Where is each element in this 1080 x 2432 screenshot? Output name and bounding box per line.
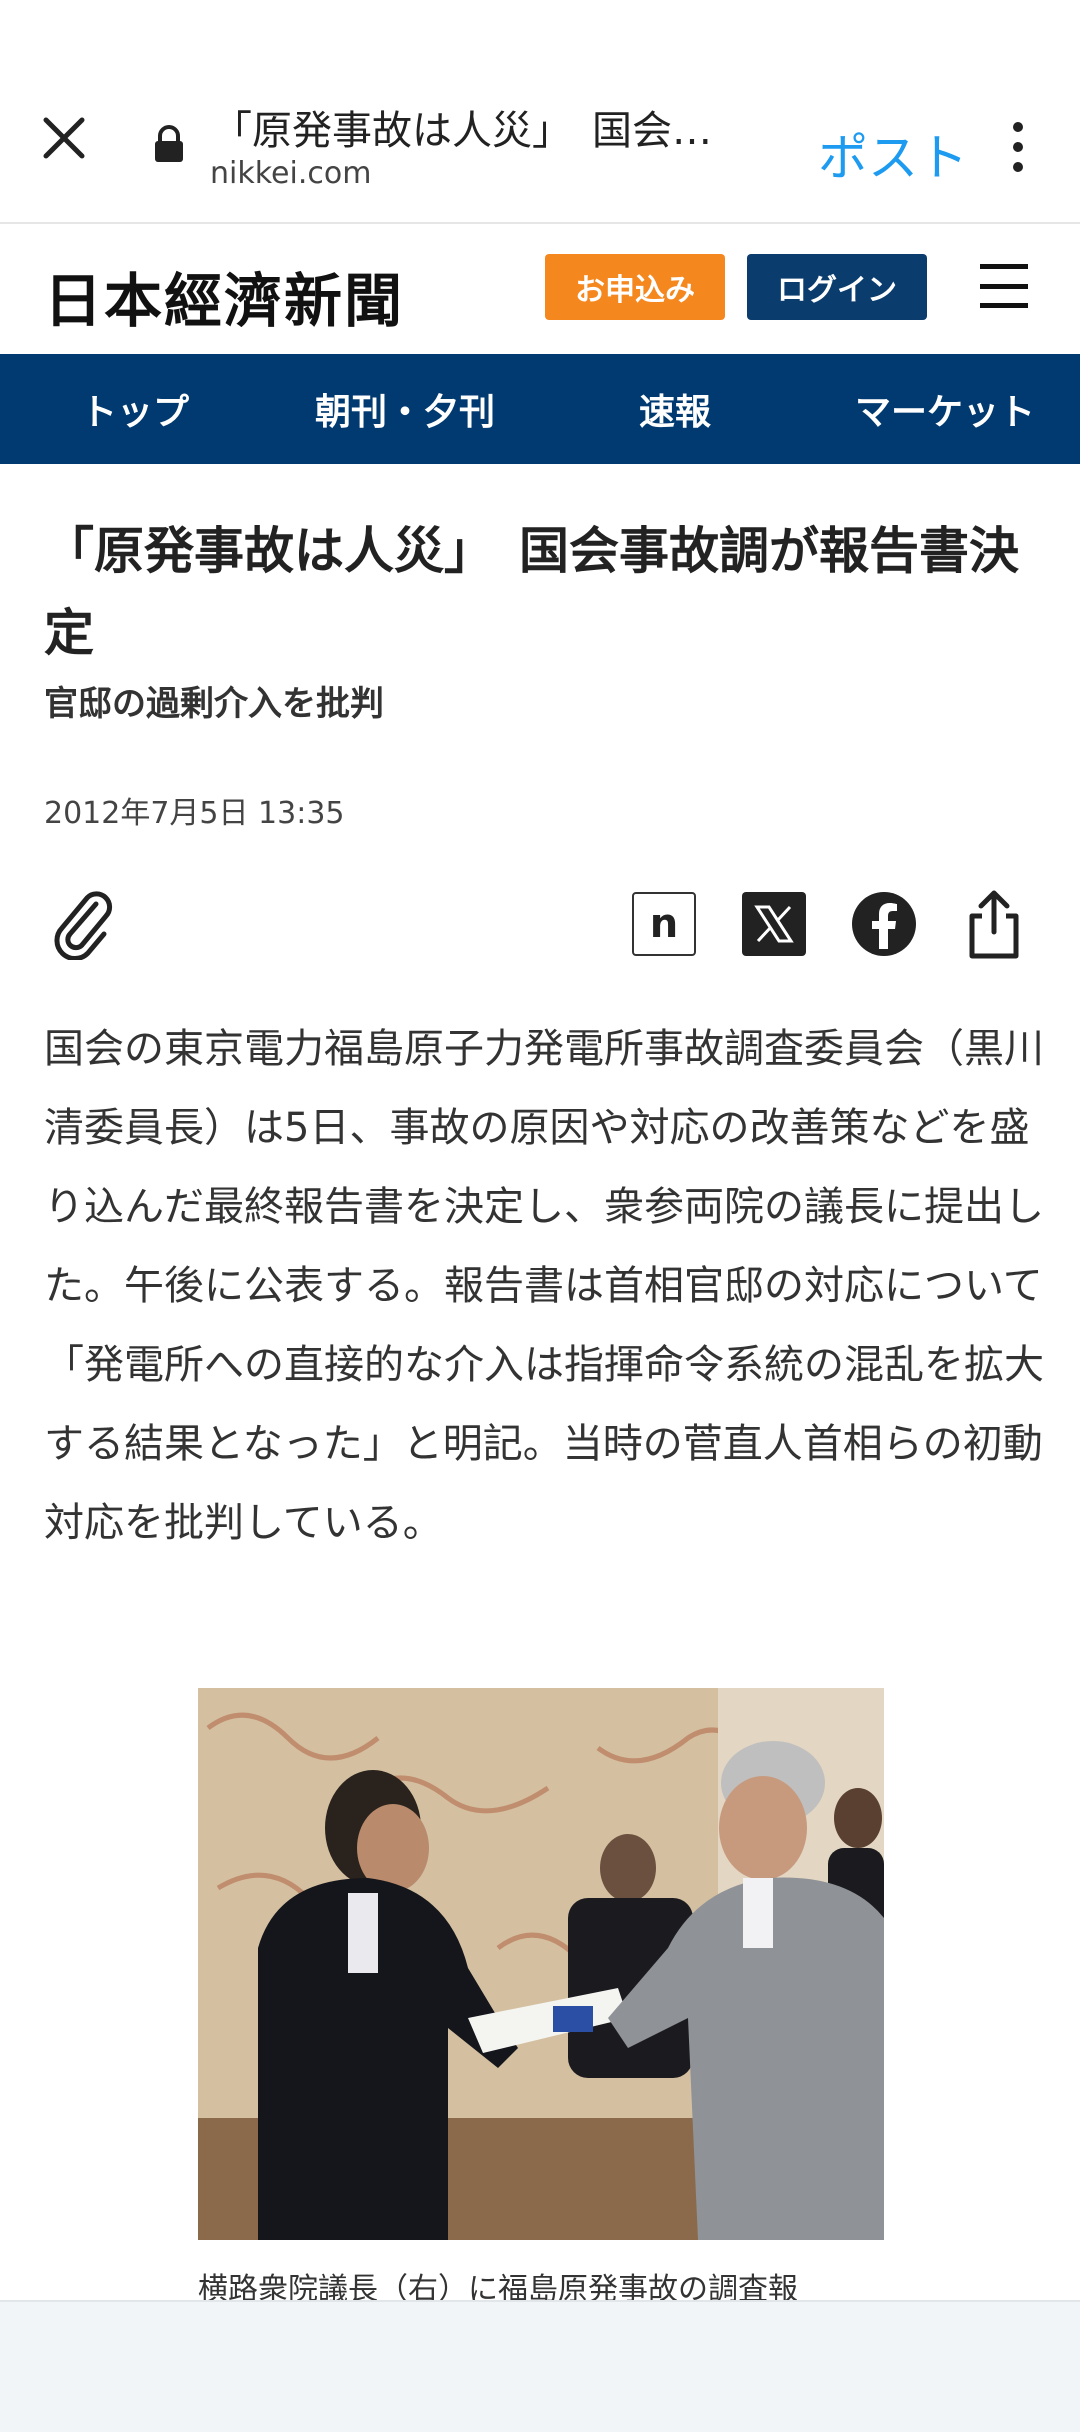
article-photo[interactable] [198, 1688, 884, 2240]
bottom-ad-bar [0, 2300, 1080, 2432]
page-domain: nikkei.com [210, 156, 372, 191]
x-icon[interactable] [742, 892, 806, 956]
nav-item-breaking[interactable]: 速報 [540, 354, 810, 464]
post-button[interactable]: ポスト [818, 118, 968, 190]
article-date: 2012年7月5日 13:35 [44, 796, 345, 831]
article-headline: 「原発事故は人災」 国会事故調が報告書決定 [44, 522, 1019, 662]
section-nav: トップ 朝刊・夕刊 速報 マーケット [0, 354, 1080, 464]
nav-item-morning-evening[interactable]: 朝刊・夕刊 [270, 354, 540, 464]
login-button[interactable]: ログイン [747, 254, 927, 320]
more-options-icon[interactable] [1000, 122, 1036, 172]
lock-icon [152, 124, 186, 164]
site-header: 日本經濟新聞 お申込み ログイン [0, 226, 1080, 354]
article-body: 国会の東京電力福島原子力発電所事故調査委員会（黒川清委員長）は5日、事故の原因や… [44, 1026, 1044, 1546]
photo-caption: 横路衆院議長（右）に福島原発事故の調査報 [198, 2272, 798, 2304]
share-icon[interactable] [964, 888, 1024, 960]
menu-icon[interactable] [980, 264, 1028, 308]
subscribe-button[interactable]: お申込み [545, 254, 725, 320]
nav-item-market[interactable]: マーケット [810, 354, 1080, 464]
close-icon[interactable] [36, 110, 92, 166]
nikkei-logo[interactable]: 日本經濟新聞 [44, 254, 404, 338]
browser-toolbar: 「原発事故は人災」 国会… nikkei.com ポスト [0, 0, 1080, 224]
clip-icon[interactable] [52, 890, 116, 961]
page-title: 「原発事故は人災」 国会… [212, 108, 712, 154]
note-icon[interactable]: n [632, 892, 696, 956]
nav-item-top[interactable]: トップ [0, 354, 270, 464]
facebook-icon[interactable] [852, 892, 916, 956]
share-toolbar: n [0, 880, 1080, 970]
article-subheadline: 官邸の過剰介入を批判 [44, 684, 384, 724]
